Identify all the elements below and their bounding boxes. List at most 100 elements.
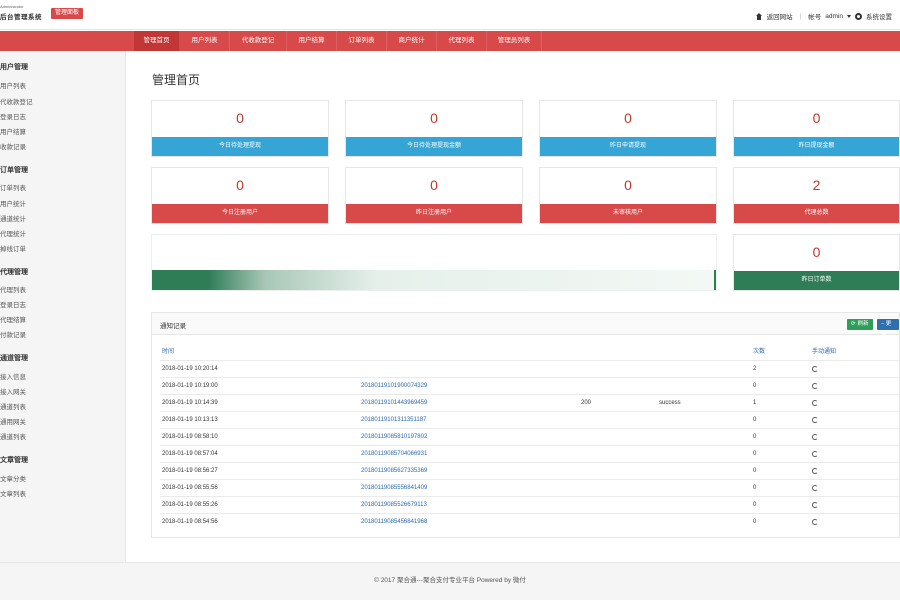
system-settings-link[interactable]: 系统设置	[866, 11, 892, 21]
notify-panel-title: 通知记录	[160, 323, 186, 330]
stat-card: 0 昨日申请提现	[539, 100, 717, 157]
sidebar-item[interactable]: 用户结算	[0, 126, 26, 136]
cell-order[interactable]: 20180119101311351187	[361, 417, 426, 423]
nav-item-settlement[interactable]: 用户结算	[287, 31, 337, 51]
sidebar-item[interactable]: 付款记录	[0, 329, 26, 339]
refresh-button[interactable]: ⟳ 刷新	[847, 319, 873, 330]
stat-card: 0 今日待处理提现金额	[345, 100, 523, 157]
cell-count: 2	[753, 366, 757, 372]
sidebar-item[interactable]: 代理列表	[0, 284, 26, 294]
cell-count: 0	[753, 468, 757, 474]
retry-icon[interactable]	[812, 485, 818, 491]
progress-bar	[152, 270, 716, 290]
top-bar: Administrator 后台管理系统 管理面板 返回网站 | 帐号 admi…	[0, 0, 900, 30]
retry-icon[interactable]	[812, 434, 818, 440]
sidebar-item[interactable]: 接入信息	[0, 371, 26, 381]
nav-item-admins[interactable]: 管理员列表	[487, 31, 542, 51]
progress-card	[151, 234, 717, 291]
sidebar-group-title[interactable]: 订单管理	[0, 165, 28, 175]
stat-label[interactable]: 今日待处理提现	[152, 137, 328, 156]
table-row: 2018-01-19 10:14:39 20180119101443969459…	[160, 394, 900, 411]
nav-item-home[interactable]: 管理首页	[134, 31, 180, 51]
sidebar-item[interactable]: 通道统计	[0, 213, 26, 223]
retry-icon[interactable]	[812, 502, 818, 508]
retry-icon[interactable]	[812, 451, 818, 457]
stat-label[interactable]: 代理总数	[734, 204, 899, 223]
stat-label[interactable]: 未审核用户	[540, 204, 716, 223]
nav-item-users[interactable]: 用户列表	[180, 31, 230, 51]
nav-item-merchant-stats[interactable]: 商户统计	[387, 31, 437, 51]
stat-value: 0	[430, 110, 438, 126]
table-row: 2018-01-19 08:57:04 20180119085704066931…	[160, 445, 900, 462]
caret-down-icon[interactable]	[847, 14, 851, 18]
sidebar-item[interactable]: 用户统计	[0, 198, 26, 208]
table-row: 2018-01-19 08:55:26 20180119085526679113…	[160, 496, 900, 513]
sidebar-item[interactable]: 通道列表	[0, 431, 26, 441]
sidebar-group-title[interactable]: 代理管理	[0, 267, 28, 277]
nav-item-orders[interactable]: 订单列表	[337, 31, 387, 51]
table-row: 2018-01-19 08:56:27 20180119085627335369…	[160, 462, 900, 479]
stat-value: 0	[624, 177, 632, 193]
retry-icon[interactable]	[812, 468, 818, 474]
sidebar-item[interactable]: 通用网关	[0, 416, 26, 426]
stat-card: 0 昨日订单数	[733, 234, 900, 291]
cell-count: 0	[753, 451, 757, 457]
stat-value: 0	[624, 110, 632, 126]
stat-card: 0 昨日提现金额	[733, 100, 900, 157]
sidebar-item[interactable]: 用户列表	[0, 80, 26, 90]
sidebar-group-title[interactable]: 通道管理	[0, 353, 28, 363]
table-row: 2018-01-19 08:55:56 20180119085556841409…	[160, 479, 900, 496]
retry-icon[interactable]	[812, 417, 818, 423]
stat-label[interactable]: 今日注册用户	[152, 204, 328, 223]
cell-order[interactable]: 20180119085456841968	[361, 519, 427, 525]
sidebar-item[interactable]: 文章分类	[0, 473, 26, 483]
cell-order[interactable]: 20180119085556841409	[361, 485, 427, 491]
stat-value: 0	[236, 110, 244, 126]
cell-count: 0	[753, 519, 757, 525]
column-header-retry[interactable]: 手动通知	[812, 346, 836, 355]
sidebar-item[interactable]: 收款记录	[0, 141, 26, 151]
more-button[interactable]: − 更多	[877, 319, 899, 338]
cell-order[interactable]: 20180119101900074329	[361, 383, 427, 389]
cell-order[interactable]: 20180119085526679113	[361, 502, 427, 508]
stat-label[interactable]: 昨日提现金额	[734, 137, 899, 156]
account-name[interactable]: admin	[825, 13, 843, 20]
cell-time: 2018-01-19 10:14:39	[162, 400, 218, 406]
gear-icon[interactable]	[855, 12, 862, 20]
cell-count: 0	[753, 417, 757, 423]
column-header-count[interactable]: 次数	[753, 346, 765, 355]
sidebar-item[interactable]: 代收款登记	[0, 96, 33, 106]
cell-count: 0	[753, 502, 757, 508]
sidebar-item[interactable]: 接入网关	[0, 386, 26, 396]
retry-icon[interactable]	[812, 400, 818, 406]
column-header-time[interactable]: 时间	[162, 346, 174, 355]
sidebar-item[interactable]: 登录日志	[0, 299, 26, 309]
nav-item-collection[interactable]: 代收款登记	[230, 31, 287, 51]
sidebar-item[interactable]: 掉线订单	[0, 243, 26, 253]
stat-label[interactable]: 昨日申请提现	[540, 137, 716, 156]
retry-icon[interactable]	[812, 366, 818, 372]
cell-order[interactable]: 20180119085810197802	[361, 434, 427, 440]
cell-count: 0	[753, 434, 757, 440]
stat-label[interactable]: 昨日订单数	[734, 271, 899, 290]
nav-item-agents[interactable]: 代理列表	[437, 31, 487, 51]
sidebar-item[interactable]: 登录日志	[0, 111, 26, 121]
sidebar-item[interactable]: 通道列表	[0, 401, 26, 411]
sidebar-item[interactable]: 代理结算	[0, 314, 26, 324]
stat-value: 0	[812, 110, 821, 126]
sidebar-item[interactable]: 文章列表	[0, 488, 26, 498]
retry-icon[interactable]	[812, 383, 818, 389]
retry-icon[interactable]	[812, 519, 818, 525]
sidebar-item[interactable]: 订单列表	[0, 182, 26, 192]
back-to-site-link[interactable]: 返回网站	[767, 11, 793, 21]
stat-label[interactable]: 今日待处理提现金额	[346, 137, 522, 156]
cell-time: 2018-01-19 08:58:10	[162, 434, 218, 440]
cell-order[interactable]: 20180119101443969459	[361, 400, 427, 406]
sidebar-group-title[interactable]: 文章管理	[0, 455, 28, 465]
stat-label[interactable]: 昨日注册用户	[346, 204, 522, 223]
sidebar-item[interactable]: 代理统计	[0, 228, 26, 238]
cell-order[interactable]: 20180119085704066931	[361, 451, 427, 457]
cell-order[interactable]: 20180119085627335369	[361, 468, 427, 474]
refresh-button-label: 刷新	[857, 321, 869, 327]
sidebar-group-title[interactable]: 用户管理	[0, 62, 28, 72]
